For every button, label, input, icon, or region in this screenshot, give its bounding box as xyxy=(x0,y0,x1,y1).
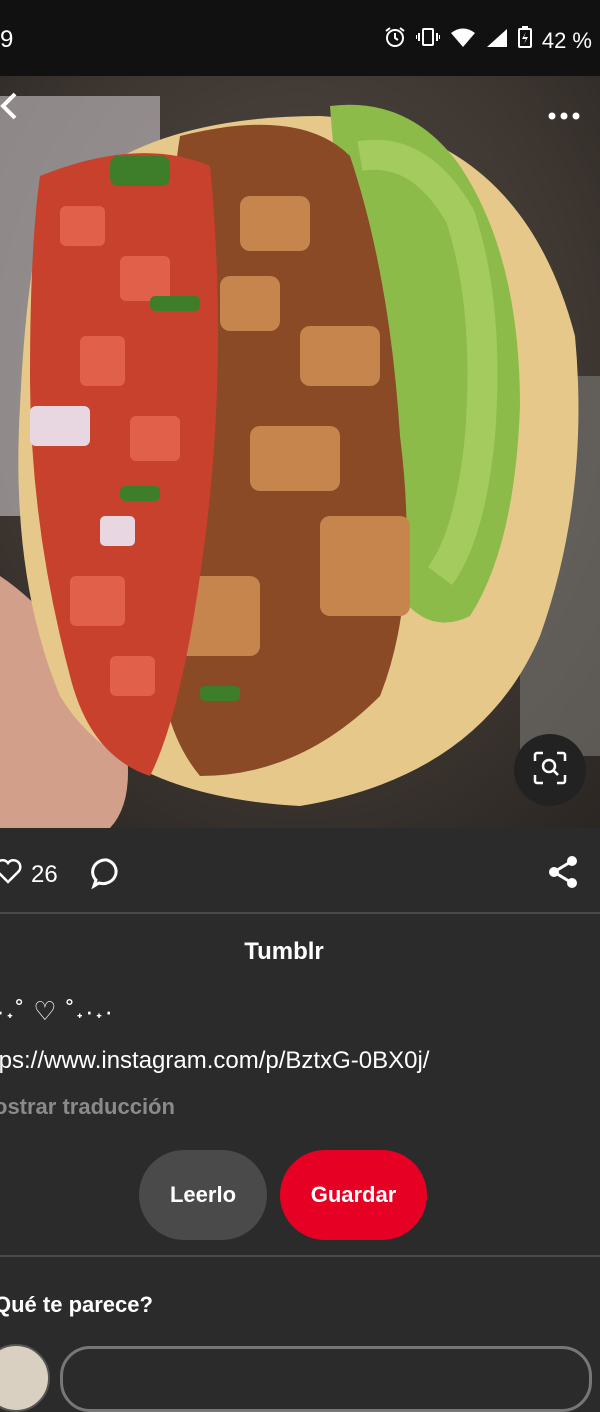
read-button[interactable]: Leerlo xyxy=(139,1150,267,1240)
comment-input[interactable] xyxy=(60,1346,592,1412)
heart-icon[interactable] xyxy=(0,858,22,889)
pin-description-deco: ·˖˚ ♡ ˚˖·˖· xyxy=(0,996,115,1026)
signal-icon xyxy=(486,27,508,55)
status-time: 9 xyxy=(0,26,14,53)
battery-percent: 42 % xyxy=(541,27,592,53)
save-button[interactable]: Guardar xyxy=(280,1150,427,1240)
comments-heading: Qué te parece? xyxy=(0,1292,153,1317)
share-icon[interactable] xyxy=(546,854,580,895)
avatar xyxy=(0,1344,50,1412)
status-icons: 42 % xyxy=(384,26,592,55)
pin-image[interactable] xyxy=(0,76,600,828)
like-count: 26 xyxy=(31,861,58,888)
divider xyxy=(0,912,600,914)
visual-search-icon xyxy=(533,751,567,790)
battery-icon xyxy=(517,26,532,55)
wifi-icon xyxy=(450,27,476,55)
vibrate-icon xyxy=(414,26,441,55)
status-bar: 9 42 % xyxy=(0,0,600,76)
divider xyxy=(0,1255,600,1257)
comment-icon[interactable] xyxy=(90,856,124,895)
more-options-button[interactable] xyxy=(546,98,582,134)
more-icon xyxy=(546,112,582,138)
translate-link[interactable]: ostrar traducción xyxy=(0,1094,175,1120)
back-icon xyxy=(0,91,21,126)
pin-source[interactable]: Tumblr xyxy=(0,938,600,966)
pin-link[interactable]: tps://www.instagram.com/p/BztxG-0BX0j/ xyxy=(0,1047,429,1075)
visual-search-button[interactable] xyxy=(514,734,586,806)
alarm-icon xyxy=(384,26,406,55)
